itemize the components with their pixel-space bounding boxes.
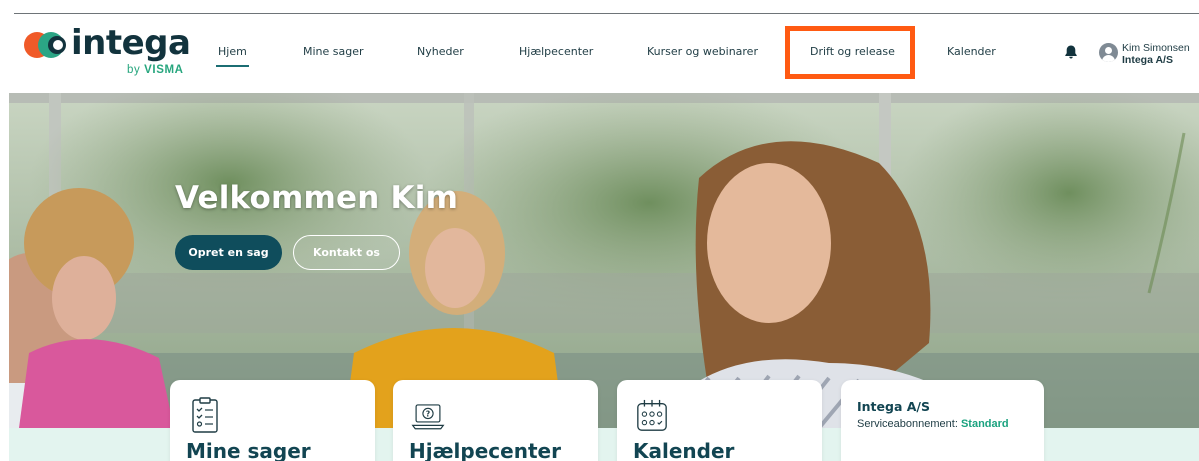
main-nav: Hjem Mine sager Nyheder Hjælpecenter Kur… — [0, 45, 1199, 67]
subscription-line: Serviceabonnement: Standard — [857, 418, 1009, 430]
nav-item-hjaelpecenter[interactable]: Hjælpecenter — [519, 45, 593, 58]
subscription-card: Intega A/S Serviceabonnement: Standard — [841, 380, 1044, 461]
user-name: Kim Simonsen — [1122, 42, 1190, 54]
bell-icon[interactable] — [1063, 44, 1079, 60]
nav-item-kalender[interactable]: Kalender — [947, 45, 996, 58]
laptop-question-icon: ? — [411, 404, 445, 430]
subscription-plan[interactable]: Standard — [961, 418, 1009, 430]
nav-item-kurser-og-webinarer[interactable]: Kurser og webinarer — [647, 45, 758, 58]
logo-by: by — [127, 64, 141, 76]
logo-byline: by VISMA — [127, 64, 184, 76]
top-divider — [14, 13, 1199, 14]
checklist-icon — [192, 397, 218, 433]
card-title: Mine sager — [186, 439, 311, 461]
hero-title: Velkommen Kim — [175, 180, 459, 216]
hero-banner: Velkommen Kim Opret en sag Kontakt os — [9, 93, 1199, 428]
nav-item-mine-sager[interactable]: Mine sager — [303, 45, 364, 58]
logo-parent: VISMA — [144, 64, 184, 76]
card-kalender[interactable]: Kalender — [617, 380, 822, 461]
nav-item-hjem[interactable]: Hjem — [216, 45, 249, 67]
create-case-button[interactable]: Opret en sag — [175, 235, 282, 270]
calendar-icon — [637, 399, 667, 431]
contact-us-button[interactable]: Kontakt os — [293, 235, 400, 270]
card-hjaelpecenter[interactable]: ? Hjælpecenter — [393, 380, 598, 461]
highlight-annotation — [785, 26, 915, 79]
nav-item-nyheder[interactable]: Nyheder — [417, 45, 464, 58]
svg-text:?: ? — [426, 409, 430, 418]
user-company: Intega A/S — [1122, 54, 1173, 66]
card-title: Hjælpecenter — [409, 439, 561, 461]
card-title: Kalender — [633, 439, 735, 461]
card-mine-sager[interactable]: Mine sager — [170, 380, 375, 461]
subscription-label: Serviceabonnement: — [857, 418, 958, 430]
subscription-company: Intega A/S — [857, 399, 930, 414]
user-avatar-icon — [1099, 43, 1118, 62]
